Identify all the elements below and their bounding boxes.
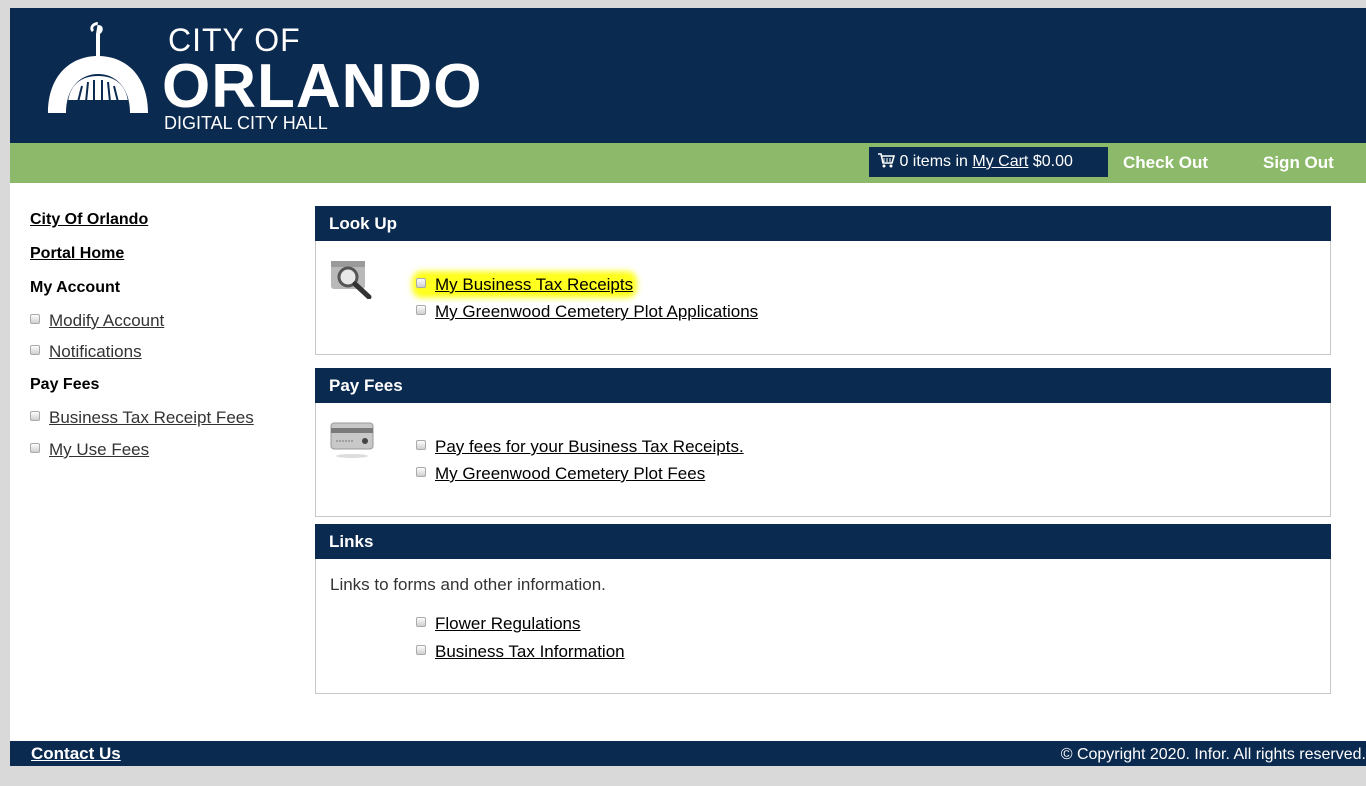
magnifier-lookup-icon	[331, 261, 372, 299]
bullet-icon	[416, 440, 426, 450]
top-nav-bar: 0 items in My Cart $0.00 Check Out Sign …	[10, 143, 1366, 183]
lookup-panel: Look Up My Business Tax Receipts My Gree…	[315, 206, 1331, 355]
sidebar-item-business-tax-receipt-fees[interactable]: Business Tax Receipt Fees	[30, 408, 254, 428]
site-header: CITY OF ORLANDO DIGITAL CITY HALL	[10, 8, 1366, 143]
copyright-text: © Copyright 2020. Infor. All rights rese…	[1060, 746, 1366, 763]
bullet-icon	[416, 617, 426, 627]
links-item-flower-regulations[interactable]: Flower Regulations	[416, 614, 581, 634]
bullet-icon	[30, 314, 40, 324]
business-tax-information-link[interactable]: Business Tax Information	[435, 642, 625, 661]
cart-icon[interactable]	[877, 152, 896, 168]
lookup-link-cemetery-applications[interactable]: My Greenwood Cemetery Plot Applications	[416, 302, 758, 322]
my-cart-link[interactable]: My Cart	[972, 153, 1028, 170]
sidebar-pay-fees-heading: Pay Fees	[30, 376, 100, 393]
links-panel-title: Links	[315, 524, 1331, 559]
sign-out-link[interactable]: Sign Out	[1263, 153, 1334, 173]
links-item-business-tax-info[interactable]: Business Tax Information	[416, 642, 625, 662]
pay-fees-link-business-tax[interactable]: Pay fees for your Business Tax Receipts.	[416, 437, 744, 457]
bullet-icon	[416, 645, 426, 655]
check-out-link[interactable]: Check Out	[1123, 153, 1208, 173]
bullet-icon	[30, 411, 40, 421]
links-intro-text: Links to forms and other information.	[330, 575, 606, 594]
sidebar-item-my-use-fees[interactable]: My Use Fees	[30, 440, 149, 460]
cart-total: $0.00	[1032, 153, 1073, 170]
logo-orlando: ORLANDO	[162, 52, 483, 121]
links-panel: Links Links to forms and other informati…	[315, 524, 1331, 694]
credit-card-icon	[330, 422, 374, 458]
notifications-link[interactable]: Notifications	[49, 342, 142, 361]
logo-digital-city-hall: DIGITAL CITY HALL	[164, 113, 328, 133]
site-footer: Contact Us © Copyright 2020. Infor. All …	[10, 741, 1366, 766]
cart-summary: 0 items in My Cart $0.00	[869, 147, 1108, 177]
lookup-panel-title: Look Up	[315, 206, 1331, 241]
pay-business-tax-receipts-link[interactable]: Pay fees for your Business Tax Receipts.	[435, 437, 744, 456]
lookup-link-business-tax-receipts[interactable]: My Business Tax Receipts	[416, 275, 634, 295]
highlighted-link-marker: My Business Tax Receipts	[416, 275, 634, 294]
portal-page: CITY OF ORLANDO DIGITAL CITY HALL 0 item…	[10, 8, 1366, 766]
flower-regulations-link[interactable]: Flower Regulations	[435, 614, 581, 633]
greenwood-cemetery-applications-link[interactable]: My Greenwood Cemetery Plot Applications	[435, 302, 758, 321]
pay-fees-panel-title: Pay Fees	[315, 368, 1331, 403]
business-tax-receipt-fees-link[interactable]: Business Tax Receipt Fees	[49, 408, 254, 427]
greenwood-cemetery-fees-link[interactable]: My Greenwood Cemetery Plot Fees	[435, 464, 705, 483]
pay-fees-panel: Pay Fees Pay fees for your Business Tax …	[315, 368, 1331, 517]
bullet-icon	[416, 278, 426, 288]
city-hall-dome-logo-icon	[48, 22, 148, 113]
bullet-icon	[30, 443, 40, 453]
sidebar-item-modify-account[interactable]: Modify Account	[30, 311, 164, 331]
sidebar-my-account-heading: My Account	[30, 279, 121, 296]
cart-count: 0 items in	[899, 153, 968, 170]
sidebar-city-of-orlando[interactable]: City Of Orlando	[30, 211, 148, 229]
bullet-icon	[416, 305, 426, 315]
pay-fees-link-cemetery[interactable]: My Greenwood Cemetery Plot Fees	[416, 464, 705, 484]
bullet-icon	[30, 345, 40, 355]
bullet-icon	[416, 467, 426, 477]
modify-account-link[interactable]: Modify Account	[49, 311, 164, 330]
my-use-fees-link[interactable]: My Use Fees	[49, 440, 149, 459]
contact-us-link[interactable]: Contact Us	[31, 744, 121, 764]
my-business-tax-receipts-link[interactable]: My Business Tax Receipts	[435, 275, 633, 294]
sidebar-portal-home[interactable]: Portal Home	[30, 245, 124, 263]
sidebar-item-notifications[interactable]: Notifications	[30, 342, 142, 362]
